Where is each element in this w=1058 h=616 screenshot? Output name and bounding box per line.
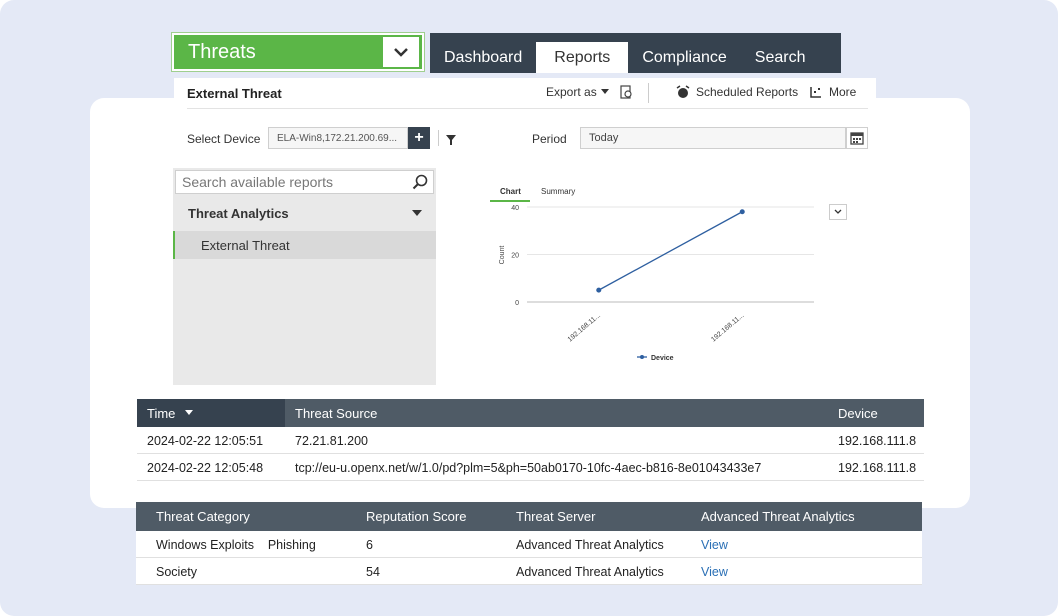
- separator: [438, 130, 439, 146]
- threat-detail-table: Threat Category Reputation Score Threat …: [136, 502, 922, 585]
- column-header-threat-source[interactable]: Threat Source: [295, 399, 377, 427]
- sort-desc-icon: [185, 410, 194, 415]
- y-tick-label: 20: [511, 253, 519, 260]
- y-tick-label: 40: [511, 205, 519, 212]
- x-tick-label: 192.168.11...: [710, 312, 745, 343]
- table-row: Windows Exploits Phishing 6 Advanced Thr…: [136, 531, 922, 558]
- export-label: Export as: [546, 85, 597, 99]
- column-header-threat-server[interactable]: Threat Server: [516, 502, 595, 531]
- report-header: External Threat Export as Scheduled Repo…: [174, 78, 876, 162]
- more-button[interactable]: More: [810, 85, 856, 99]
- cell-threat-source: 72.21.81.200: [295, 433, 368, 448]
- chart-panel: Chart Summary 0 20 40 Count 192.168.11... 192…: [454, 170, 872, 386]
- column-header-threat-category[interactable]: Threat Category: [156, 502, 250, 531]
- more-icon: [810, 87, 821, 98]
- search-icon[interactable]: [407, 174, 433, 190]
- tab-compliance[interactable]: Compliance: [628, 43, 740, 73]
- sidebar-item-external-threat[interactable]: External Threat: [173, 231, 436, 259]
- pdf-icon[interactable]: [619, 85, 633, 99]
- view-link[interactable]: View: [701, 531, 728, 558]
- chevron-down-icon[interactable]: [383, 37, 419, 67]
- cell-threat-server: Advanced Threat Analytics: [516, 564, 664, 579]
- column-label: Time: [147, 405, 176, 421]
- legend-label: Device: [651, 355, 674, 362]
- caret-down-icon[interactable]: [412, 210, 422, 216]
- add-device-button[interactable]: +: [408, 127, 430, 149]
- table-header: Threat Category Reputation Score Threat …: [136, 502, 922, 531]
- period-label: Period: [532, 132, 567, 146]
- export-button[interactable]: Export as: [546, 85, 633, 99]
- tab-search[interactable]: Search: [741, 43, 820, 73]
- cell-threat-source: tcp://eu-u.openx.net/w/1.0/pd?plm=5&ph=5…: [295, 460, 762, 475]
- filter-icon[interactable]: [446, 132, 456, 150]
- search-placeholder: Search available reports: [182, 174, 333, 190]
- y-tick-label: 0: [515, 300, 519, 307]
- divider: [187, 108, 868, 109]
- x-tick-label: 192.168.11...: [567, 312, 602, 343]
- column-header-device[interactable]: Device: [838, 399, 878, 427]
- view-link[interactable]: View: [701, 558, 728, 585]
- cell-time: 2024-02-22 12:05:51: [147, 433, 264, 448]
- report-title: External Threat: [187, 86, 282, 101]
- table-row[interactable]: 2024-02-22 12:05:48 tcp://eu-u.openx.net…: [137, 454, 924, 481]
- scheduled-reports-button[interactable]: Scheduled Reports: [676, 85, 798, 99]
- cell-threat-server: Advanced Threat Analytics: [516, 537, 664, 552]
- alarm-clock-icon: [676, 85, 690, 98]
- search-input[interactable]: Search available reports: [175, 170, 434, 194]
- cell-threat-category: Society: [156, 564, 197, 579]
- report-group-header[interactable]: Threat Analytics: [188, 206, 289, 221]
- data-point: [596, 287, 602, 293]
- table-header: Time Threat Source Device: [137, 399, 924, 427]
- reports-sidebar: Search available reports Threat Analytic…: [173, 168, 436, 385]
- column-header-time[interactable]: Time: [137, 399, 285, 427]
- column-header-advanced-threat-analytics[interactable]: Advanced Threat Analytics: [701, 502, 855, 531]
- module-select[interactable]: Threats: [172, 33, 424, 71]
- cell-time: 2024-02-22 12:05:48: [147, 460, 264, 475]
- table-row[interactable]: 2024-02-22 12:05:51 72.21.81.200 192.168…: [137, 427, 924, 454]
- top-nav: Dashboard Reports Compliance Search: [430, 33, 841, 73]
- caret-down-icon: [600, 89, 609, 94]
- more-label: More: [829, 85, 857, 99]
- tab-dashboard[interactable]: Dashboard: [430, 43, 536, 73]
- cell-device: 192.168.111.8: [838, 460, 917, 475]
- cell-threat-category: Windows Exploits Phishing: [156, 537, 316, 552]
- scheduled-reports-label: Scheduled Reports: [696, 85, 799, 99]
- period-field[interactable]: Today: [580, 127, 846, 149]
- tab-reports[interactable]: Reports: [536, 42, 629, 73]
- select-device-label: Select Device: [187, 132, 261, 146]
- cell-reputation-score: 54: [366, 564, 380, 579]
- threats-table: Time Threat Source Device 2024-02-22 12:…: [137, 399, 924, 481]
- y-axis-label: Count: [499, 246, 506, 265]
- series-line: [598, 211, 743, 291]
- cell-device: 192.168.111.8: [838, 433, 917, 448]
- column-header-reputation-score[interactable]: Reputation Score: [366, 502, 466, 531]
- table-row: Society 54 Advanced Threat Analytics Vie…: [136, 558, 922, 585]
- module-select-label: Threats: [188, 40, 256, 63]
- data-point: [739, 209, 745, 215]
- legend-marker: [640, 355, 644, 359]
- line-chart: 0 20 40 Count 192.168.11... 192.168.11... Devi…: [499, 205, 814, 362]
- separator: [648, 83, 649, 103]
- device-field[interactable]: ELA-Win8,172.21.200.69...: [268, 127, 408, 149]
- cell-reputation-score: 6: [366, 537, 373, 552]
- calendar-icon[interactable]: [846, 127, 868, 149]
